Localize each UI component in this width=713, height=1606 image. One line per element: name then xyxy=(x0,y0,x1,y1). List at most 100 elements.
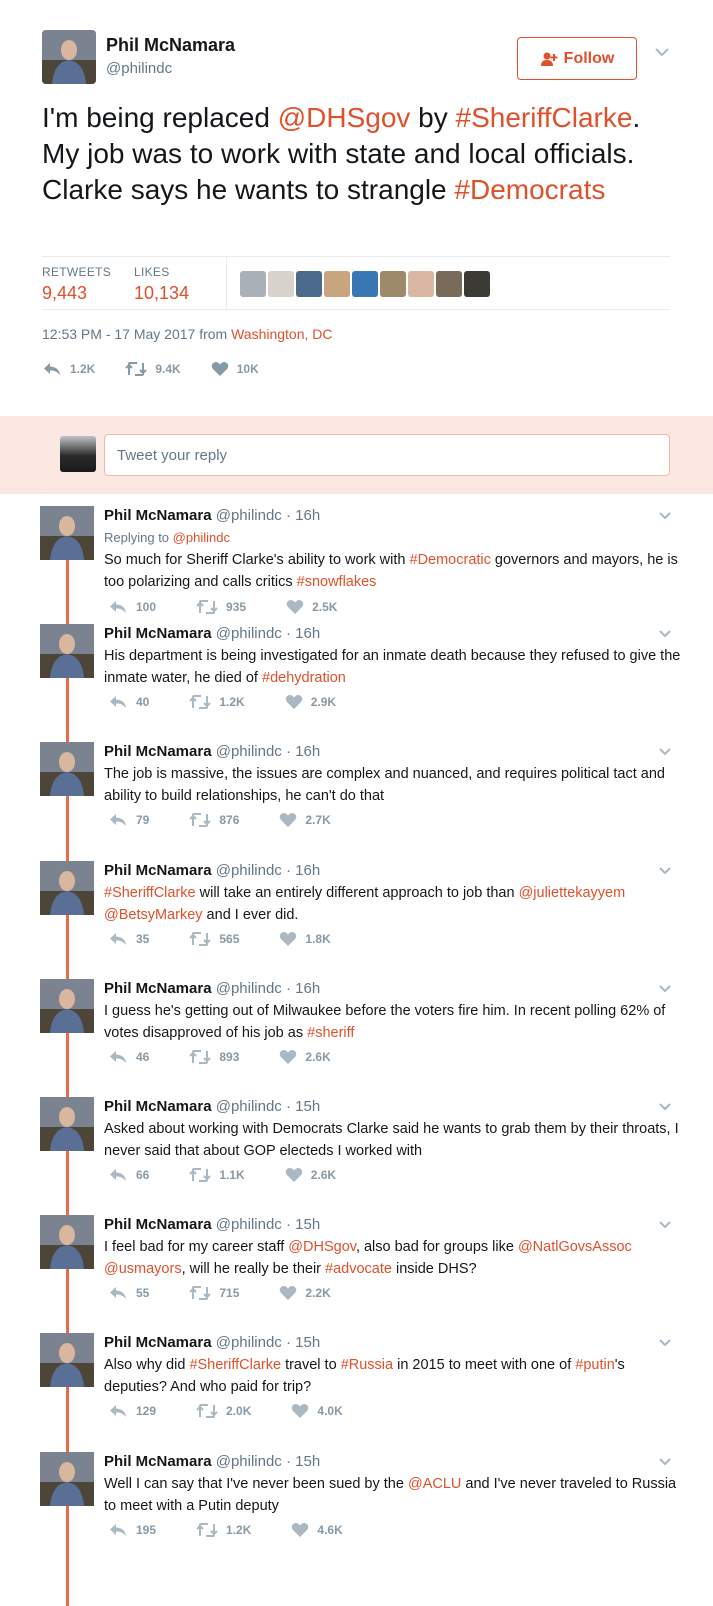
thread-reply[interactable]: Phil McNamara @philindc · 15h Asked about… xyxy=(0,1085,713,1206)
tweet-link[interactable]: #advocate xyxy=(325,1261,392,1277)
tweet-link[interactable]: #Russia xyxy=(341,1357,393,1373)
retweet-action[interactable]: 2.0K xyxy=(196,1403,251,1419)
thread-reply[interactable]: Phil McNamara @philindc · 16h Replying to… xyxy=(0,494,713,615)
thread-reply[interactable]: Phil McNamara @philindc · 15h Well I can … xyxy=(0,1440,713,1561)
retweet-action[interactable]: 1.2K xyxy=(189,694,245,710)
reply-action[interactable]: 40 xyxy=(108,694,149,710)
chevron-down-icon[interactable] xyxy=(658,1457,672,1467)
retweet-action[interactable]: 9.4K xyxy=(125,361,181,377)
replying-to-handle[interactable]: @philindc xyxy=(173,530,230,545)
like-action[interactable]: 2.7K xyxy=(279,812,331,828)
reply-action[interactable]: 35 xyxy=(108,931,149,947)
tweet-link[interactable]: #putin xyxy=(575,1357,615,1373)
reply-action[interactable]: 46 xyxy=(108,1049,149,1065)
handle-and-time[interactable]: @philindc · 16h xyxy=(212,862,320,879)
reply-action[interactable]: 195 xyxy=(108,1522,156,1538)
like-action[interactable]: 2.6K xyxy=(279,1049,331,1065)
handle-and-time[interactable]: @philindc · 16h xyxy=(212,743,320,760)
like-action[interactable]: 4.6K xyxy=(291,1522,343,1538)
avatar[interactable] xyxy=(40,1097,94,1151)
handle-and-time[interactable]: @philindc · 15h xyxy=(212,1334,320,1351)
avatar[interactable] xyxy=(40,1215,94,1269)
author-name[interactable]: Phil McNamara xyxy=(104,625,212,642)
liker-avatar[interactable] xyxy=(324,271,350,297)
chevron-down-icon[interactable] xyxy=(658,1220,672,1230)
reply-action[interactable]: 1.2K xyxy=(42,361,95,377)
tweet-link[interactable]: #sheriff xyxy=(307,1025,354,1041)
liker-avatar[interactable] xyxy=(380,271,406,297)
like-action[interactable]: 2.6K xyxy=(285,1167,336,1183)
thread-reply[interactable]: Phil McNamara @philindc · 16h His departm… xyxy=(0,612,713,733)
avatar[interactable] xyxy=(40,1452,94,1506)
like-action[interactable]: 4.0K xyxy=(291,1403,343,1419)
liker-avatar[interactable] xyxy=(240,271,266,297)
liker-avatar[interactable] xyxy=(352,271,378,297)
tweet-link[interactable]: #Democratic xyxy=(410,552,491,568)
chevron-down-icon[interactable] xyxy=(658,629,672,639)
tweet-link[interactable]: @juliettekayyem xyxy=(519,885,626,901)
avatar[interactable] xyxy=(42,30,96,84)
tweet-link[interactable]: @DHSgov xyxy=(278,102,411,133)
chevron-down-icon[interactable] xyxy=(658,1102,672,1112)
chevron-down-icon[interactable] xyxy=(658,866,672,876)
reply-action[interactable]: 55 xyxy=(108,1285,149,1301)
avatar[interactable] xyxy=(40,506,94,560)
handle-and-time[interactable]: @philindc · 16h xyxy=(212,625,320,642)
handle-and-time[interactable]: @philindc · 16h xyxy=(212,980,320,997)
tweet-link[interactable]: #SheriffClarke xyxy=(189,1357,281,1373)
reply-input[interactable] xyxy=(104,434,670,476)
liker-avatar[interactable] xyxy=(268,271,294,297)
avatar[interactable] xyxy=(40,742,94,796)
reply-action[interactable]: 79 xyxy=(108,812,149,828)
like-action[interactable]: 2.9K xyxy=(285,694,336,710)
tweet-link[interactable]: @usmayors xyxy=(104,1261,182,1277)
location-link[interactable]: Washington, DC xyxy=(231,326,332,342)
avatar[interactable] xyxy=(40,979,94,1033)
tweet-link[interactable]: @DHSgov xyxy=(288,1239,356,1255)
like-action[interactable]: 1.8K xyxy=(279,931,331,947)
author-name[interactable]: Phil McNamara xyxy=(104,743,212,760)
retweet-action[interactable]: 565 xyxy=(189,931,239,947)
tweet-link[interactable]: @BetsyMarkey xyxy=(104,907,203,923)
follow-button[interactable]: Follow xyxy=(517,37,637,80)
thread-reply[interactable]: Phil McNamara @philindc · 16h #SheriffCla… xyxy=(0,849,713,970)
handle-and-time[interactable]: @philindc · 15h xyxy=(212,1453,320,1470)
thread-reply[interactable]: Phil McNamara @philindc · 16h I guess he'… xyxy=(0,967,713,1088)
handle-and-time[interactable]: @philindc · 15h xyxy=(212,1098,320,1115)
avatar[interactable] xyxy=(40,624,94,678)
handle-and-time[interactable]: @philindc · 15h xyxy=(212,1216,320,1233)
avatar[interactable] xyxy=(40,1333,94,1387)
tweet-link[interactable]: @NatlGovsAssoc xyxy=(518,1239,632,1255)
retweet-action[interactable]: 1.1K xyxy=(189,1167,245,1183)
tweet-link[interactable]: #Democrats xyxy=(454,174,605,205)
author-name[interactable]: Phil McNamara xyxy=(104,1216,212,1233)
thread-reply[interactable]: Phil McNamara @philindc · 15h I feel bad … xyxy=(0,1203,713,1324)
retweet-action[interactable]: 1.2K xyxy=(196,1522,251,1538)
author-name[interactable]: Phil McNamara xyxy=(104,1334,212,1351)
likes-stat[interactable]: LIKES 10,134 xyxy=(134,265,189,304)
chevron-down-icon[interactable] xyxy=(654,46,670,58)
liker-avatar[interactable] xyxy=(296,271,322,297)
author-name[interactable]: Phil McNamara xyxy=(104,1453,212,1470)
author-name[interactable]: Phil McNamara xyxy=(104,980,212,997)
chevron-down-icon[interactable] xyxy=(658,747,672,757)
like-action[interactable]: 2.2K xyxy=(279,1285,331,1301)
reply-action[interactable]: 66 xyxy=(108,1167,149,1183)
thread-reply[interactable]: Phil McNamara @philindc · 15h Also why di… xyxy=(0,1321,713,1442)
avatar[interactable] xyxy=(40,861,94,915)
author-name[interactable]: Phil McNamara xyxy=(106,35,235,56)
tweet-link[interactable]: #SheriffClarke xyxy=(456,102,633,133)
handle-and-time[interactable]: @philindc · 16h xyxy=(212,507,320,524)
tweet-link[interactable]: @ACLU xyxy=(408,1476,461,1492)
tweet-link[interactable]: #snowflakes xyxy=(297,574,377,590)
author-handle[interactable]: @philindc xyxy=(106,60,172,77)
tweet-link[interactable]: #SheriffClarke xyxy=(104,885,196,901)
retweet-action[interactable]: 876 xyxy=(189,812,239,828)
chevron-down-icon[interactable] xyxy=(658,984,672,994)
retweet-action[interactable]: 893 xyxy=(189,1049,239,1065)
chevron-down-icon[interactable] xyxy=(658,511,672,521)
author-name[interactable]: Phil McNamara xyxy=(104,507,212,524)
author-name[interactable]: Phil McNamara xyxy=(104,1098,212,1115)
chevron-down-icon[interactable] xyxy=(658,1338,672,1348)
thread-reply[interactable]: Phil McNamara @philindc · 16h The job is … xyxy=(0,730,713,851)
